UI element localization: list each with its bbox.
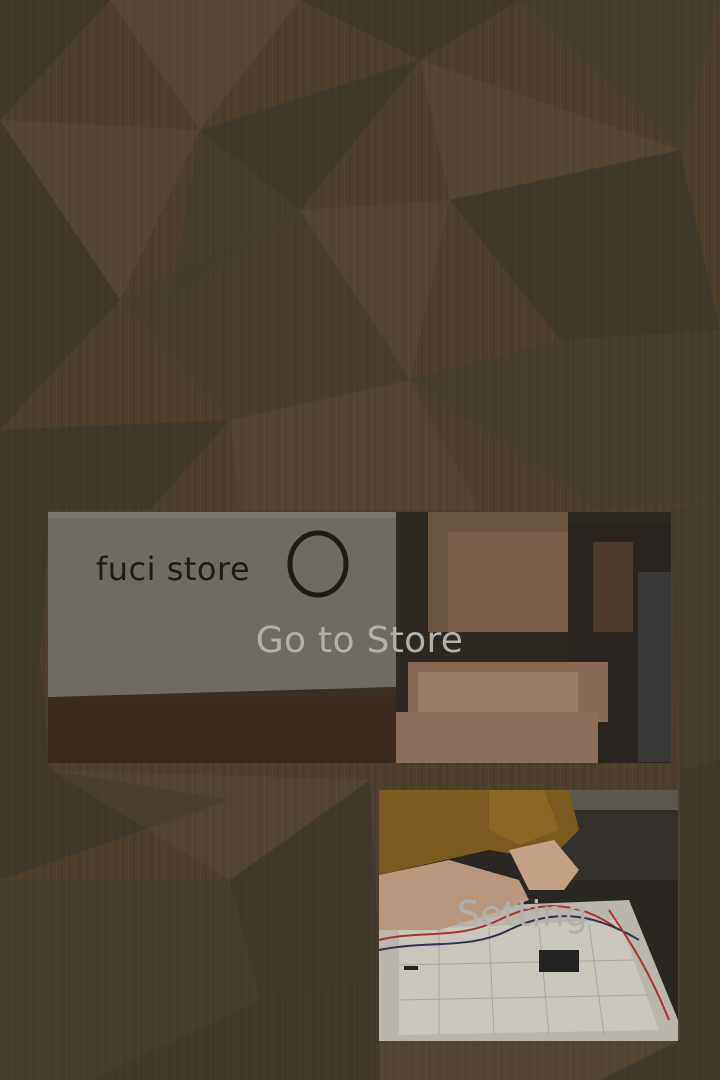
setting-label: Setting xyxy=(457,894,589,935)
go-to-store-button[interactable]: fuci store Go to Store xyxy=(48,512,671,763)
home-screen: fuci store Go to Store Setting xyxy=(0,0,720,1080)
box-print-text: fuci store xyxy=(96,550,251,588)
go-to-store-label: Go to Store xyxy=(255,620,464,661)
setting-button[interactable]: Setting xyxy=(379,790,678,1041)
